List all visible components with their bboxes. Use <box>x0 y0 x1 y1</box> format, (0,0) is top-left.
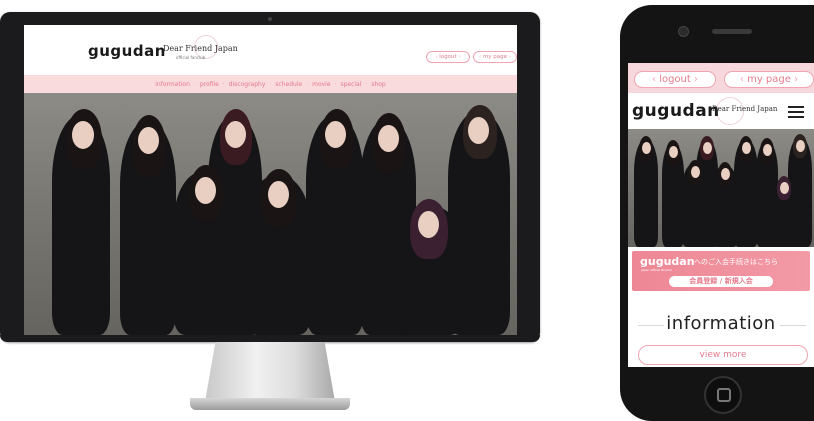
hero-group-photo <box>24 93 517 335</box>
monitor-stand <box>205 342 335 402</box>
home-button-icon <box>704 376 742 414</box>
mobile-site-logo-subtitle: Dear Friend Japan <box>712 105 778 113</box>
site-logo-subtitle: Dear Friend Japan <box>163 44 238 53</box>
mobile-phone: ‹ logout › ‹ my page › gugudan Dear Frie… <box>620 5 814 421</box>
banner-logo: gugudan <box>640 255 695 268</box>
information-heading: information <box>666 313 776 334</box>
logout-button[interactable]: ‹ logout › <box>426 51 470 63</box>
group-member-figure <box>712 162 738 247</box>
group-member-figure <box>394 199 462 335</box>
mobile-logout-button[interactable]: ‹ logout › <box>634 71 716 88</box>
nav-item-profile[interactable]: profile <box>200 81 219 88</box>
front-camera <box>678 26 689 37</box>
my-page-label: my page <box>482 54 508 60</box>
desktop-header: gugudan Dear Friend Japan official fancl… <box>24 25 517 75</box>
group-member-figure <box>662 140 684 247</box>
site-logo[interactable]: gugudan <box>88 42 166 60</box>
chevron-right-icon: › <box>456 54 461 60</box>
group-member-figure <box>174 165 236 335</box>
site-logo-tagline: official fanclub <box>176 55 206 60</box>
chevron-left-icon: ‹ <box>739 74 748 85</box>
nav-item-discography[interactable]: discography <box>229 81 266 88</box>
mobile-screen: ‹ logout › ‹ my page › gugudan Dear Frie… <box>628 63 814 367</box>
mobile-top-bar: ‹ logout › ‹ my page › <box>628 63 814 93</box>
webcam-dot <box>268 17 272 21</box>
mobile-hero-group-photo <box>628 129 814 247</box>
monitor-stand-base <box>190 398 350 410</box>
register-button[interactable]: 会員登録 / 新規入会 <box>669 276 773 287</box>
view-more-button[interactable]: view more <box>638 345 808 365</box>
fanclub-join-banner[interactable]: gugudan japan official fanclub へのご入会手続きは… <box>632 251 810 291</box>
mobile-my-page-label: my page <box>747 74 791 85</box>
chevron-right-icon: › <box>790 74 799 85</box>
earpiece-speaker <box>712 29 752 34</box>
nav-item-movie[interactable]: movie <box>312 81 330 88</box>
nav-item-special[interactable]: special <box>340 81 361 88</box>
group-member-figure <box>770 176 798 247</box>
group-member-figure <box>682 160 708 247</box>
nav-item-schedule[interactable]: schedule <box>275 81 302 88</box>
group-member-figure <box>306 109 364 335</box>
desktop-screen: gugudan Dear Friend Japan official fancl… <box>24 25 517 335</box>
chevron-right-icon: › <box>690 74 698 85</box>
nav-item-information[interactable]: information <box>155 81 190 88</box>
nav-item-shop[interactable]: shop <box>371 81 385 88</box>
mobile-logout-label: logout <box>659 74 691 85</box>
my-page-button[interactable]: ‹ my page › <box>473 51 517 63</box>
banner-text: へのご入会手続きはこちら <box>694 258 778 266</box>
desktop-nav-bar: information · profile · discography · sched… <box>24 75 517 93</box>
mobile-site-logo[interactable]: gugudan <box>632 101 720 121</box>
hamburger-menu-icon[interactable] <box>788 106 804 118</box>
banner-logo-subtitle: japan official fanclub <box>641 268 673 272</box>
group-member-figure <box>120 115 176 335</box>
group-member-figure <box>52 109 110 335</box>
logout-label: logout <box>439 54 457 60</box>
group-member-figure <box>634 136 658 247</box>
mobile-brand-header: gugudan Dear Friend Japan <box>628 93 814 129</box>
desktop-monitor: gugudan Dear Friend Japan official fancl… <box>0 12 540 342</box>
mobile-my-page-button[interactable]: ‹ my page › <box>724 71 814 88</box>
group-member-figure <box>246 169 310 335</box>
monitor-chin <box>0 335 540 342</box>
chevron-right-icon: › <box>507 54 511 60</box>
